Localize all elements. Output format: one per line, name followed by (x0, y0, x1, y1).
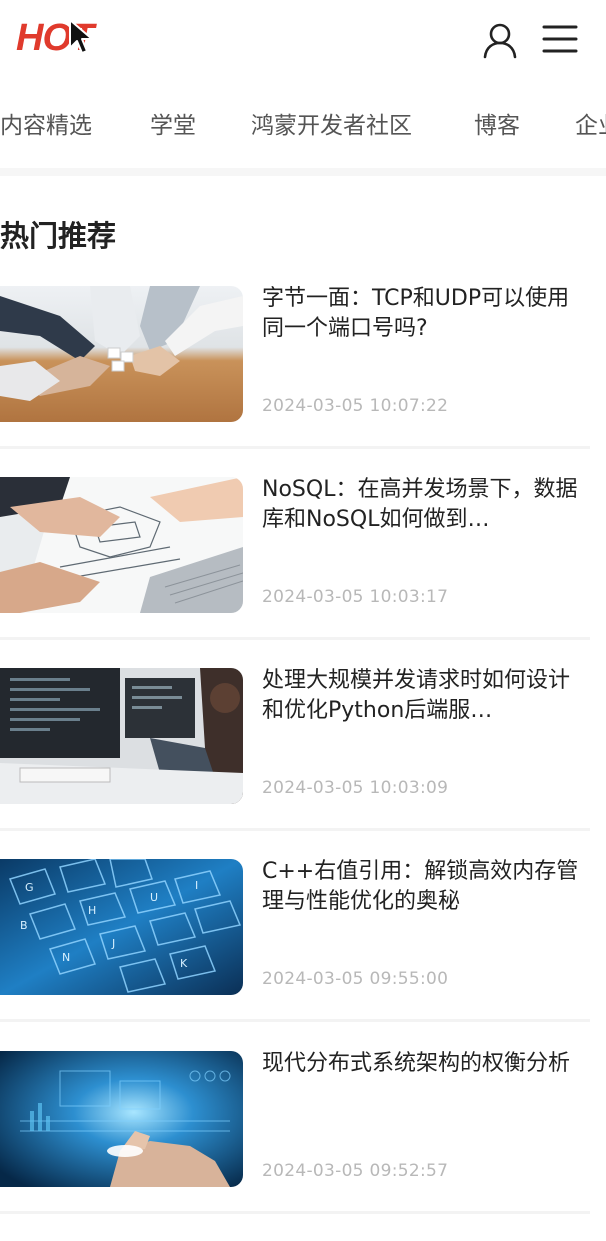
article-item[interactable]: 处理大规模并发请求时如何设计和优化Python后端服… 2024-03-05 1… (0, 668, 590, 858)
article-item[interactable]: 字节一面：TCP和UDP可以使用同一个端口号吗? 2024-03-05 10:0… (0, 286, 590, 476)
menu-icon[interactable] (540, 20, 580, 60)
tab-blog[interactable]: 博客 (474, 106, 520, 146)
article-item[interactable]: 现代分布式系统架构的权衡分析 2024-03-05 09:52:57 (0, 1051, 590, 1241)
article-date: 2024-03-05 09:52:57 (262, 1161, 449, 1181)
article-date: 2024-03-05 10:03:17 (262, 587, 449, 607)
tab-harmony-developer-community[interactable]: 鸿蒙开发者社区 (251, 106, 412, 146)
article-thumbnail[interactable] (0, 1051, 243, 1187)
svg-text:U: U (150, 891, 158, 904)
article-title[interactable]: 字节一面：TCP和UDP可以使用同一个端口号吗? (262, 284, 582, 344)
article-date: 2024-03-05 10:07:22 (262, 396, 449, 416)
article-date: 2024-03-05 09:55:00 (262, 969, 449, 989)
article-title[interactable]: C++右值引用：解锁高效内存管理与性能优化的奥秘 (262, 857, 582, 917)
svg-text:K: K (180, 957, 188, 970)
svg-text:B: B (20, 919, 28, 932)
article-title[interactable]: NoSQL：在高并发场景下，数据库和NoSQL如何做到… (262, 475, 582, 535)
article-title[interactable]: 现代分布式系统架构的权衡分析 (262, 1049, 582, 1079)
mouse-cursor-icon (69, 19, 93, 54)
top-header: HOT (0, 0, 606, 80)
svg-text:H: H (88, 904, 96, 917)
article-date: 2024-03-05 10:03:09 (262, 778, 449, 798)
svg-text:G: G (25, 881, 34, 894)
article-thumbnail[interactable] (0, 286, 243, 422)
article-thumbnail[interactable]: G H U J B K N I (0, 859, 243, 995)
section-divider (0, 168, 606, 176)
article-title[interactable]: 处理大规模并发请求时如何设计和优化Python后端服… (262, 666, 582, 726)
article-thumbnail[interactable] (0, 668, 243, 804)
tab-content-selection[interactable]: 内容精选 (0, 106, 92, 146)
user-icon[interactable] (480, 20, 520, 60)
tab-academy[interactable]: 学堂 (150, 106, 196, 146)
section-title: 热门推荐 (0, 219, 117, 253)
category-tabs: 内容精选 学堂 鸿蒙开发者社区 博客 企业 (0, 96, 606, 160)
article-divider (0, 1211, 590, 1214)
article-divider (0, 828, 590, 831)
article-item[interactable]: G H U J B K N I C++右值引用：解锁高效内存管理与性能优化的奥秘… (0, 859, 590, 1049)
svg-text:J: J (111, 937, 115, 950)
article-divider (0, 1019, 590, 1022)
svg-text:I: I (195, 879, 198, 892)
svg-text:N: N (62, 951, 70, 964)
article-thumbnail[interactable] (0, 477, 243, 613)
article-divider (0, 446, 590, 449)
article-divider (0, 637, 590, 640)
tab-enterprise[interactable]: 企业 (575, 106, 606, 146)
article-item[interactable]: NoSQL：在高并发场景下，数据库和NoSQL如何做到… 2024-03-05 … (0, 477, 590, 667)
